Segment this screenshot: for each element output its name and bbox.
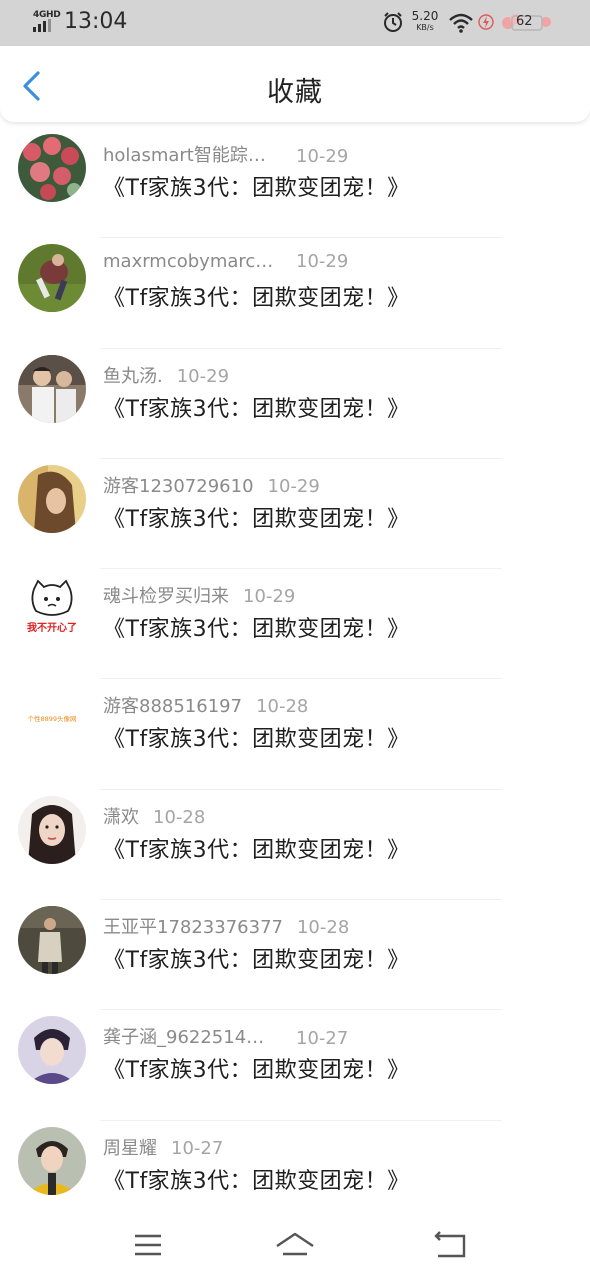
list-item[interactable]: 龚子涵_9622514… 10-27 《Tf家族3代：团欺变团宠！》 — [0, 1010, 590, 1121]
avatar[interactable]: 个性8899头像网 — [18, 685, 86, 754]
user-name: 王亚平17823376377 — [103, 917, 283, 939]
avatar[interactable]: 我不开心了 — [18, 575, 86, 644]
avatar-caption: 我不开心了 — [27, 621, 77, 634]
avatar[interactable] — [18, 795, 86, 864]
avatar[interactable] — [18, 134, 86, 202]
list-item[interactable]: maxrmcobymarc… 10-29 《Tf家族3代：团欺变团宠！》 — [0, 238, 590, 349]
avatar[interactable] — [18, 1126, 86, 1195]
network-type: 4GHD — [33, 10, 61, 20]
boy-purple-image — [18, 1016, 86, 1085]
system-nav-bar — [0, 1210, 590, 1280]
header-bar: 收藏 — [0, 46, 590, 122]
avatar-caption: 个性8899头像网 — [27, 714, 76, 723]
grass-person-image — [18, 244, 86, 313]
page-title: 收藏 — [267, 77, 323, 108]
back-nav-icon[interactable] — [428, 1228, 472, 1262]
item-title: 《Tf家族3代：团欺变团宠！》 — [103, 396, 410, 422]
list-item[interactable]: 我不开心了 魂斗检罗买归来 10-29 《Tf家族3代：团欺变团宠！》 — [0, 569, 590, 680]
favorites-list: holasmart智能踪… 10-29 《Tf家族3代：团欺变团宠！》 maxrm… — [0, 122, 590, 1231]
avatar[interactable] — [18, 354, 86, 423]
home-icon[interactable] — [273, 1228, 317, 1262]
battery-indicator: 62 — [498, 12, 554, 34]
item-title: 《Tf家族3代：团欺变团宠！》 — [103, 176, 410, 201]
avatar[interactable] — [18, 244, 86, 313]
user-name: 游客1230729610 — [103, 475, 254, 497]
signal-icon: 4GHD — [33, 10, 61, 32]
alarm-icon — [384, 12, 402, 32]
item-title: 《Tf家族3代：团欺变团宠！》 — [103, 617, 410, 643]
user-name: maxrmcobymarc… — [103, 251, 274, 273]
item-title: 《Tf家族3代：团欺变团宠！》 — [103, 727, 410, 753]
item-title: 《Tf家族3代：团欺变团宠！》 — [103, 837, 410, 863]
charging-icon — [478, 14, 494, 30]
menu-icon[interactable] — [126, 1228, 170, 1262]
user-name: 龚子涵_9622514… — [103, 1027, 265, 1049]
item-date: 10-28 — [256, 696, 309, 718]
net-speed: 5.20 KB/s — [411, 9, 439, 32]
user-name: 鱼丸汤. — [103, 365, 163, 387]
user-name: 周星耀 — [103, 1137, 157, 1159]
item-date: 10-29 — [296, 146, 349, 167]
item-date: 10-29 — [243, 586, 296, 608]
item-title: 《Tf家族3代：团欺变团宠！》 — [103, 286, 410, 312]
list-item[interactable]: 王亚平17823376377 10-28 《Tf家族3代：团欺变团宠！》 — [0, 900, 590, 1011]
boy-yellow-image — [18, 1126, 86, 1195]
battery-level: 62 — [516, 14, 533, 29]
wifi-icon — [449, 13, 473, 33]
user-name: holasmart智能踪… — [103, 145, 266, 166]
cat-cartoon-image: 我不开心了 — [18, 575, 86, 644]
girl-portrait-image — [18, 795, 86, 864]
avatar[interactable] — [18, 906, 86, 975]
item-date: 10-27 — [171, 1137, 224, 1159]
flowers-image — [18, 134, 86, 202]
item-date: 10-29 — [296, 251, 349, 273]
item-date: 10-28 — [153, 806, 206, 828]
orange-logo-image: 个性8899头像网 — [18, 685, 86, 754]
list-item[interactable]: 个性8899头像网 游客888516197 10-28 《Tf家族3代：团欺变团宠… — [0, 679, 590, 790]
item-title: 《Tf家族3代：团欺变团宠！》 — [103, 1168, 410, 1194]
user-name: 潇欢 — [103, 806, 139, 828]
list-item[interactable]: 游客1230729610 10-29 《Tf家族3代：团欺变团宠！》 — [0, 459, 590, 570]
status-bar: 4GHD 13:04 5.20 KB/s 62 — [0, 0, 590, 46]
item-title: 《Tf家族3代：团欺变团宠！》 — [103, 506, 410, 532]
avatar[interactable] — [18, 1016, 86, 1085]
user-name: 魂斗检罗买归来 — [103, 586, 229, 608]
list-item[interactable]: 潇欢 10-28 《Tf家族3代：团欺变团宠！》 — [0, 790, 590, 901]
warm-portrait-image — [18, 464, 86, 533]
clock: 13:04 — [64, 9, 128, 34]
item-date: 10-29 — [267, 475, 320, 497]
item-date: 10-27 — [296, 1028, 349, 1050]
two-boys-image — [18, 354, 86, 423]
item-title: 《Tf家族3代：团欺变团宠！》 — [103, 948, 410, 974]
person-standing-image — [18, 906, 86, 975]
item-date: 10-29 — [176, 365, 230, 387]
item-title: 《Tf家族3代：团欺变团宠！》 — [103, 1058, 410, 1084]
item-date: 10-28 — [296, 917, 350, 939]
user-name: 游客888516197 — [103, 696, 243, 718]
avatar[interactable] — [18, 464, 86, 533]
list-item[interactable]: 鱼丸汤. 10-29 《Tf家族3代：团欺变团宠！》 — [0, 349, 590, 459]
list-item[interactable]: holasmart智能踪… 10-29 《Tf家族3代：团欺变团宠！》 — [0, 128, 590, 239]
